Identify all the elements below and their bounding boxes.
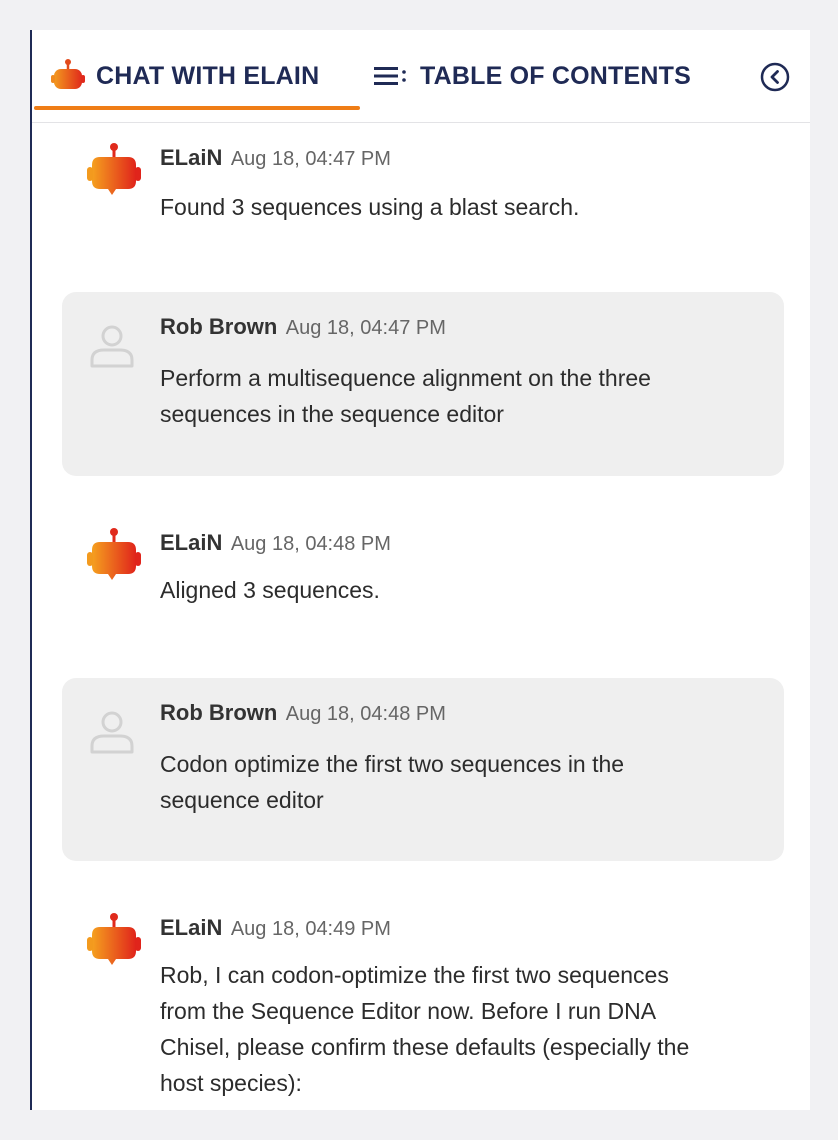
message-timestamp: Aug 18, 04:47 PM xyxy=(285,317,446,339)
collapse-panel-button[interactable] xyxy=(760,62,790,92)
chat-message-bot: ELaiN Aug 18, 04:48 PM Aligned 3 sequenc… xyxy=(62,508,784,638)
elain-avatar-icon xyxy=(82,911,142,971)
tab-toc-label: TABLE OF CONTENTS xyxy=(420,61,691,90)
message-header: ELaiN Aug 18, 04:48 PM xyxy=(160,530,391,556)
user-avatar-icon xyxy=(82,314,142,374)
elain-avatar-icon xyxy=(82,141,142,201)
chat-panel: CHAT WITH ELAIN TABLE OF CONTENTS ELaiN … xyxy=(30,30,810,1110)
message-header: Rob Brown Aug 18, 04:47 PM xyxy=(160,314,446,340)
message-text: Found 3 sequences using a blast search. xyxy=(160,194,580,220)
message-author: ELaiN xyxy=(160,530,223,555)
chat-message-user: Rob Brown Aug 18, 04:47 PM Perform a mul… xyxy=(62,292,784,476)
message-header: ELaiN Aug 18, 04:47 PM xyxy=(160,145,391,171)
message-text: Aligned 3 sequences. xyxy=(160,577,380,603)
list-icon xyxy=(374,64,408,88)
elain-avatar-icon xyxy=(82,526,142,586)
message-timestamp: Aug 18, 04:48 PM xyxy=(285,703,446,725)
message-text: Codon optimize the first two sequences i… xyxy=(160,751,625,813)
active-tab-indicator xyxy=(34,106,360,110)
robot-icon xyxy=(50,58,86,94)
message-timestamp: Aug 18, 04:48 PM xyxy=(230,533,391,555)
chat-message-bot: ELaiN Aug 18, 04:49 PM Rob, I can codon-… xyxy=(62,893,784,1110)
chat-message-bot: ELaiN Aug 18, 04:47 PM Found 3 sequences… xyxy=(62,123,784,253)
message-author: Rob Brown xyxy=(160,314,278,339)
message-header: Rob Brown Aug 18, 04:48 PM xyxy=(160,700,446,726)
message-text: Perform a multisequence alignment on the… xyxy=(160,365,651,427)
user-avatar-icon xyxy=(82,700,142,760)
message-author: Rob Brown xyxy=(160,700,278,725)
tab-bar: CHAT WITH ELAIN TABLE OF CONTENTS xyxy=(32,30,810,123)
chat-message-user: Rob Brown Aug 18, 04:48 PM Codon optimiz… xyxy=(62,678,784,861)
message-author: ELaiN xyxy=(160,915,223,940)
message-timestamp: Aug 18, 04:49 PM xyxy=(230,918,391,940)
message-header: ELaiN Aug 18, 04:49 PM xyxy=(160,915,391,941)
tab-table-of-contents[interactable]: TABLE OF CONTENTS xyxy=(374,30,691,122)
chevron-left-circle-icon xyxy=(760,62,790,92)
message-text: Rob, I can codon-optimize the first two … xyxy=(160,962,690,1096)
tab-chat-label: CHAT WITH ELAIN xyxy=(96,61,320,90)
message-list: ELaiN Aug 18, 04:47 PM Found 3 sequences… xyxy=(32,123,810,1110)
message-author: ELaiN xyxy=(160,145,223,170)
message-timestamp: Aug 18, 04:47 PM xyxy=(230,148,391,170)
